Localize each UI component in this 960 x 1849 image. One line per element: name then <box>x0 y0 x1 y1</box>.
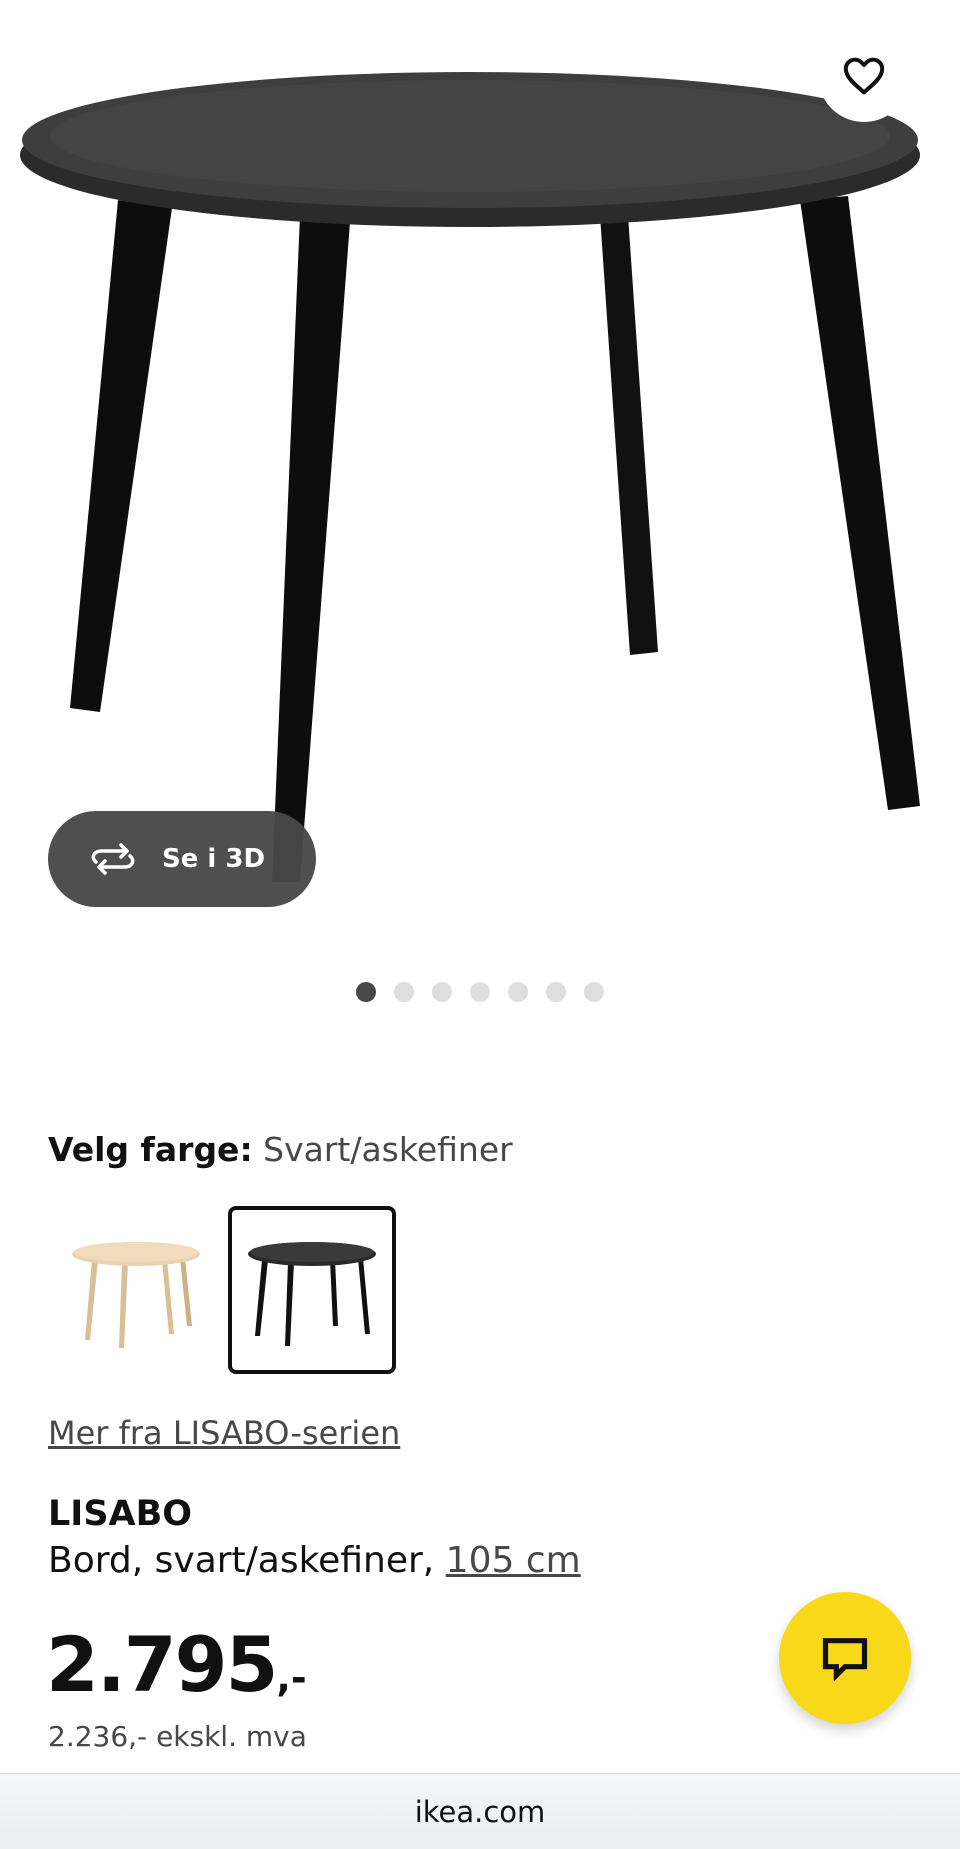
color-swatch-birch[interactable] <box>48 1206 216 1374</box>
carousel-dot[interactable] <box>356 982 376 1002</box>
browser-url: ikea.com <box>414 1794 546 1829</box>
carousel-dot[interactable] <box>546 982 566 1002</box>
color-label-key: Velg farge: <box>48 1130 253 1169</box>
product-description-text: Bord, svart/askefiner, <box>48 1540 435 1581</box>
color-selector-label: Velg farge: Svart/askefiner <box>48 1130 513 1169</box>
product-image[interactable]: Se i 3D <box>0 0 960 930</box>
product-size-link[interactable]: 105 cm <box>446 1540 581 1581</box>
carousel-dot[interactable] <box>394 982 414 1002</box>
heart-icon <box>843 57 885 95</box>
carousel-dot[interactable] <box>584 982 604 1002</box>
carousel-indicator <box>0 982 960 1002</box>
series-link[interactable]: Mer fra LISABO-serien <box>48 1414 400 1452</box>
color-swatches <box>48 1206 396 1374</box>
carousel-dot[interactable] <box>432 982 452 1002</box>
product-name: LISABO <box>48 1494 193 1534</box>
browser-url-bar[interactable]: ikea.com <box>0 1773 960 1849</box>
price-main: 2.795 <box>46 1620 278 1709</box>
color-label-value: Svart/askefiner <box>263 1130 513 1169</box>
table-product-image <box>20 72 920 882</box>
chat-button[interactable] <box>779 1592 911 1724</box>
carousel-dot[interactable] <box>508 982 528 1002</box>
birch-table-thumbnail <box>72 1242 200 1348</box>
view-3d-label: Se i 3D <box>162 844 266 874</box>
price-ex-vat: 2.236,- ekskl. mva <box>48 1720 307 1753</box>
carousel-dot[interactable] <box>470 982 490 1002</box>
color-swatch-black[interactable] <box>228 1206 396 1374</box>
price-suffix: ,- <box>276 1656 307 1700</box>
favorite-button[interactable] <box>818 30 910 122</box>
product-description: Bord, svart/askefiner, 105 cm <box>48 1540 581 1581</box>
price: 2.795,- <box>46 1620 307 1709</box>
view-3d-button[interactable]: Se i 3D <box>48 811 316 907</box>
rotate-3d-icon <box>91 843 135 875</box>
chat-bubble-icon <box>822 1638 868 1682</box>
black-table-thumbnail <box>248 1242 376 1346</box>
